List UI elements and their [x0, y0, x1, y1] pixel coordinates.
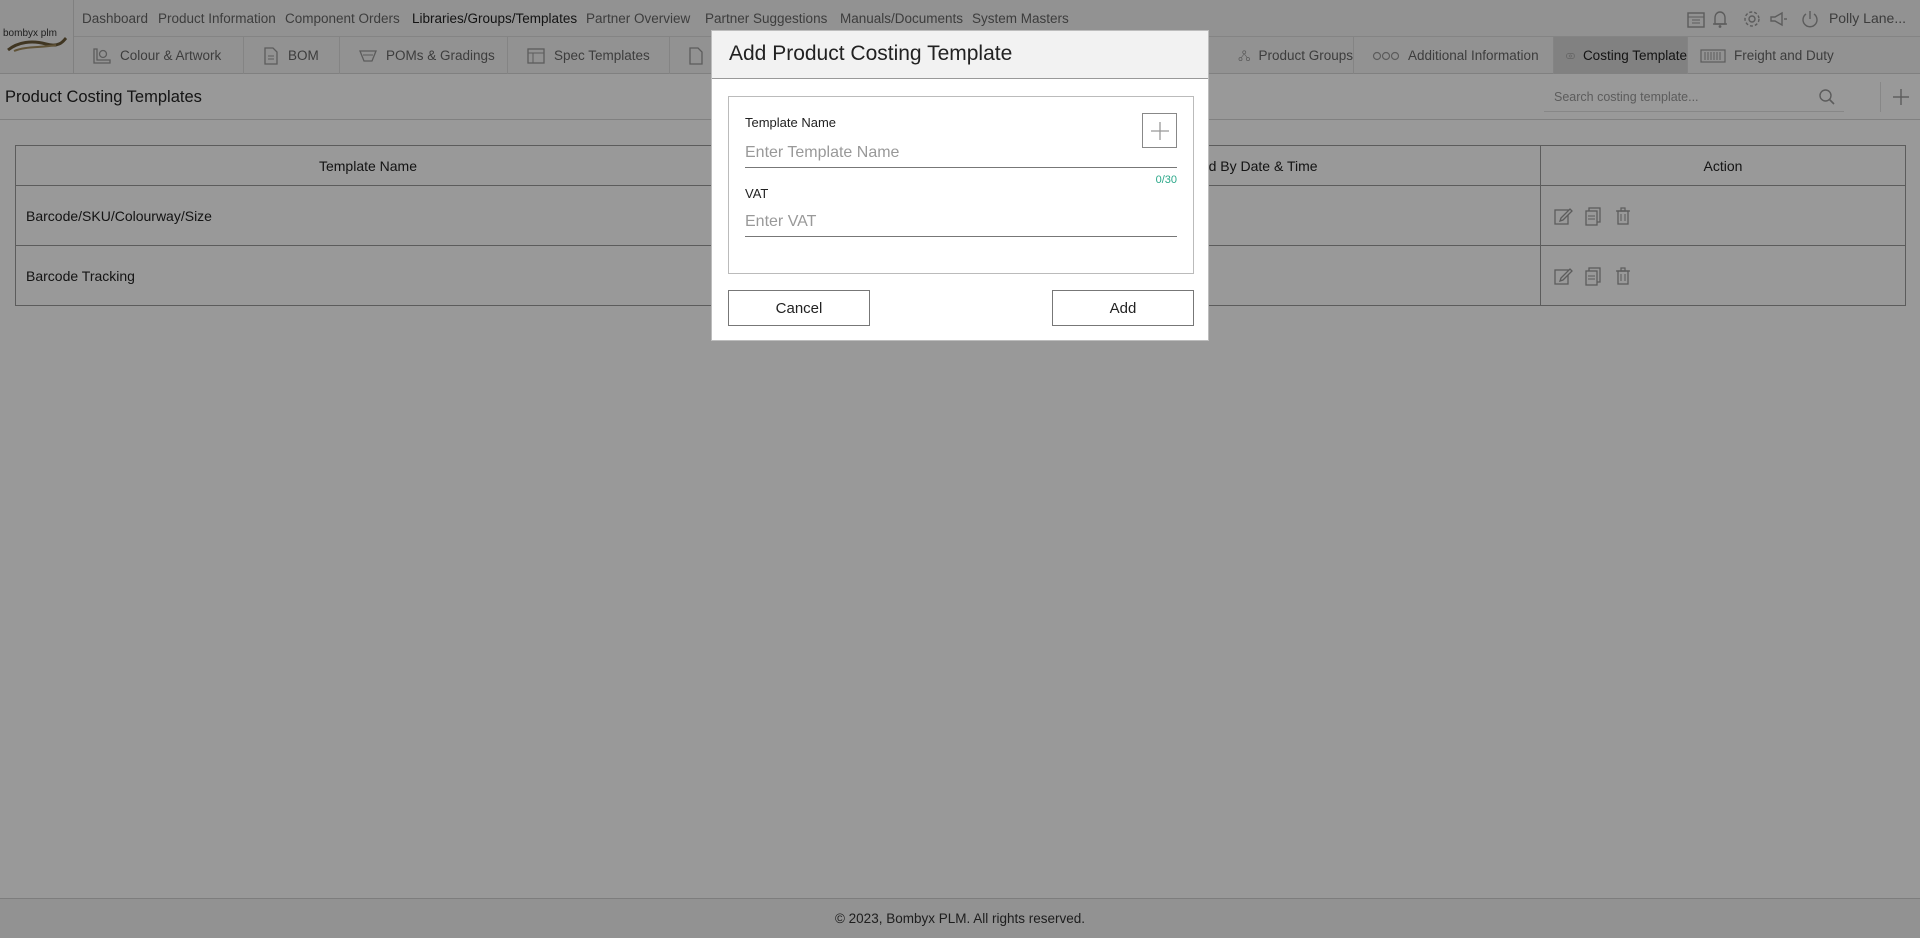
- add-costing-template-dialog: Add Product Costing Template Template Na…: [711, 30, 1209, 341]
- modal-title: Add Product Costing Template: [729, 42, 1013, 65]
- vat-input[interactable]: [745, 207, 1177, 237]
- modal-header: Add Product Costing Template: [712, 31, 1208, 79]
- vat-label: VAT: [745, 186, 769, 201]
- char-counter: 0/30: [1155, 174, 1177, 186]
- cancel-button[interactable]: Cancel: [728, 290, 870, 326]
- template-name-input[interactable]: [745, 138, 1177, 168]
- modal-form: Template Name 0/30 VAT: [728, 96, 1194, 274]
- template-name-label: Template Name: [745, 115, 837, 130]
- add-button[interactable]: Add: [1052, 290, 1194, 326]
